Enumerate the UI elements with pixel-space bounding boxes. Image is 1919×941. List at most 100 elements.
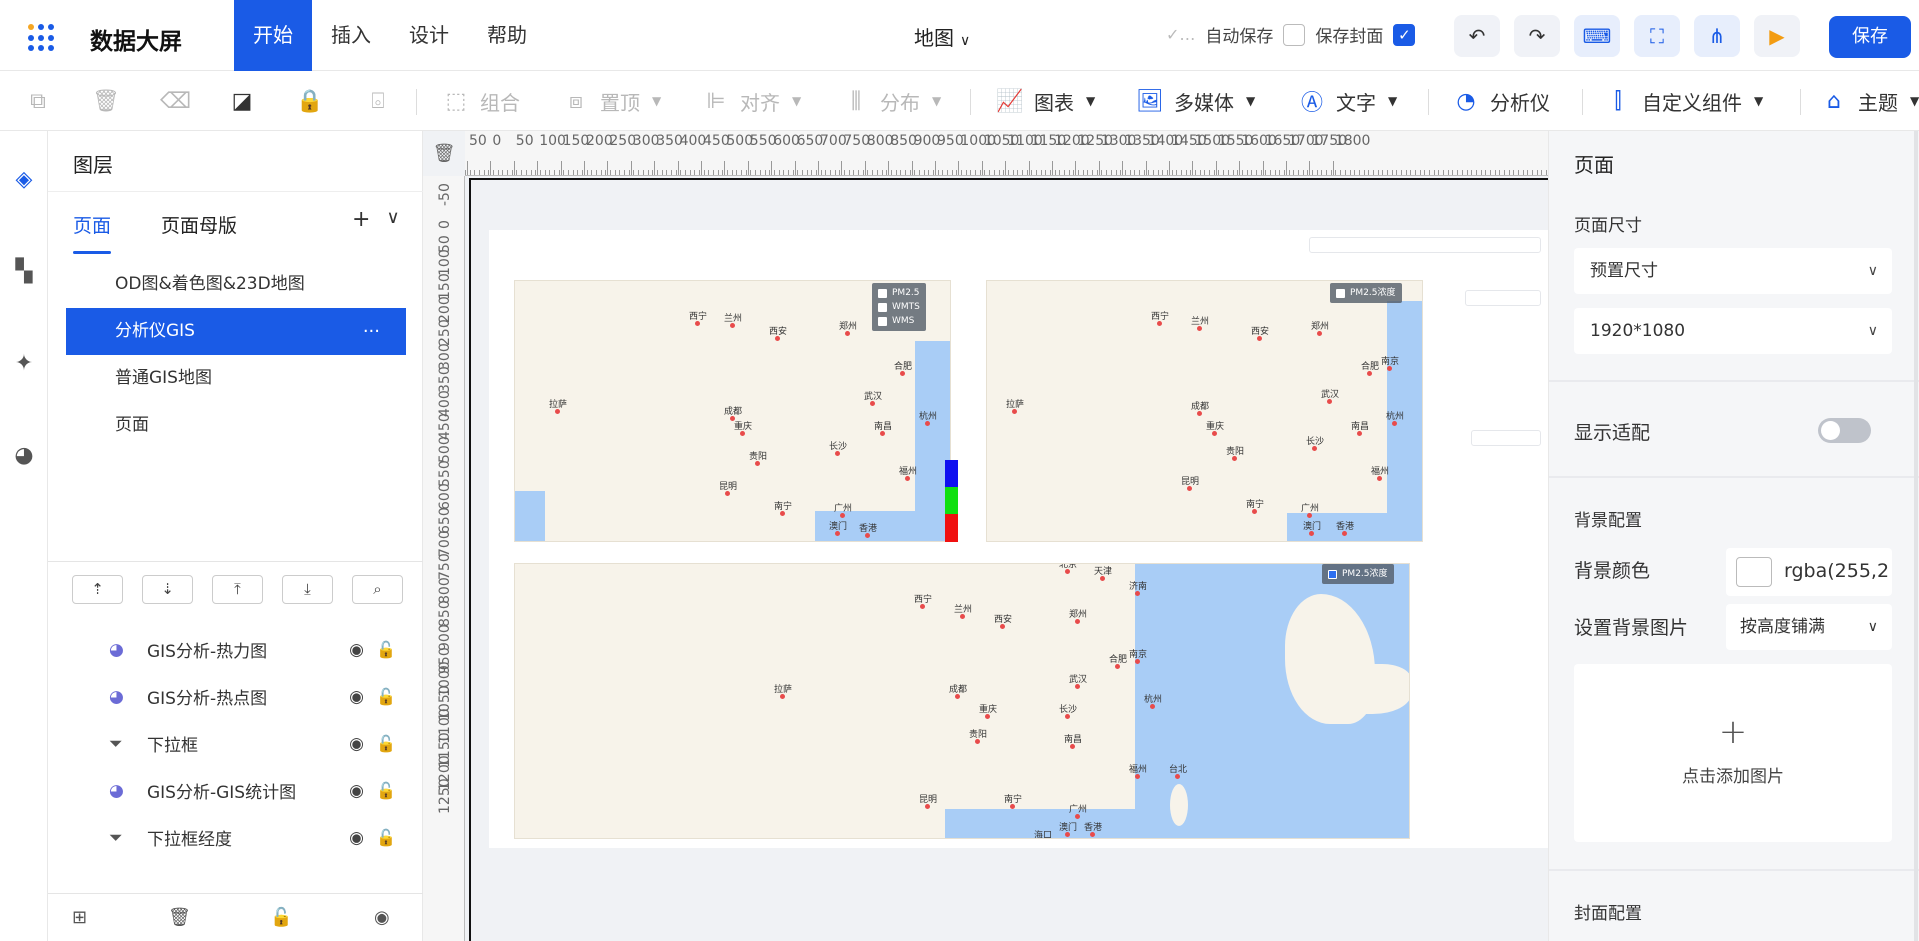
share-button[interactable]: ⋔ [1694, 15, 1740, 57]
document-name-dropdown[interactable]: 地图 ∨ [914, 22, 970, 51]
unlock-icon[interactable]: 🔓 [376, 828, 396, 847]
menu-help[interactable]: 帮助 [468, 0, 546, 71]
pie-chart-icon[interactable]: ◕ [11, 443, 37, 469]
autosave-checkbox[interactable] [1283, 23, 1306, 46]
size-preset-select[interactable]: 预置尺寸 ∨ [1574, 248, 1892, 294]
gis-heatmap[interactable]: PM2.5 WMTS WMS 西宁 兰州 西安 郑州 合肥 武汉 成都 重庆 贵阳 长沙 南昌 杭州福… [514, 280, 951, 542]
page-item[interactable]: OD图&着色图&23D地图 [66, 261, 406, 308]
bring-top-tool[interactable]: ⧈ 置顶 ▼ [562, 71, 661, 131]
text-tool[interactable]: Ⓐ 文字 ▼ [1298, 71, 1397, 131]
fill-tool[interactable]: ◪ [228, 71, 256, 131]
legend-item[interactable]: WMS [878, 314, 920, 328]
media-tool[interactable]: 🖼 多媒体 ▼ [1136, 71, 1255, 131]
eye-icon[interactable]: ◉ [349, 640, 364, 660]
analyzer-tool[interactable]: ◔ 分析仪 [1452, 71, 1550, 131]
menu-insert[interactable]: 插入 [312, 0, 390, 71]
gis-statistics-map[interactable]: PM2.5浓度 北京 天津 济南 西宁 兰州 郑州 西安 合肥 南京 武汉 成都 重庆 贵阳 长沙 南昌 杭州… [514, 563, 1410, 839]
save-cover-label: 保存封面 [1315, 27, 1384, 47]
save-cover-checkbox[interactable]: ✓ [1393, 23, 1416, 46]
list-item[interactable]: ⏷ 下拉框经度 ◉ 🔓 [66, 814, 406, 861]
page-item-active[interactable]: 分析仪GIS ··· [66, 308, 406, 355]
background-color-field[interactable]: rgba(255,2 [1726, 548, 1892, 596]
app-grid-icon[interactable] [28, 24, 56, 52]
distribute-tool[interactable]: ⫼ 分布 ▼ [842, 71, 941, 131]
custom-component-tool[interactable]: ⫿ 自定义组件 ▼ [1604, 71, 1763, 131]
components-icon[interactable]: ▚ [11, 259, 37, 285]
placeholder-box[interactable] [1309, 237, 1541, 253]
placeholder-box[interactable] [1471, 430, 1541, 446]
city-label: 海口 [1034, 831, 1053, 839]
chart-tool[interactable]: 📈 图表 ▼ [996, 71, 1095, 131]
tab-pages[interactable]: 页面 [73, 211, 112, 254]
group-tool[interactable]: ⬚ 组合 [442, 71, 520, 131]
send-to-back-button[interactable]: ⤓ [282, 575, 333, 604]
magic-wand-icon[interactable]: ✦ [11, 351, 37, 377]
add-folder-icon[interactable]: ⊞ [72, 907, 87, 928]
more-icon[interactable]: ··· [363, 308, 380, 355]
unlock-icon[interactable]: 🔓 [376, 640, 396, 659]
scrollbar[interactable] [1914, 131, 1918, 941]
checkbox[interactable] [878, 302, 887, 312]
placeholder-box[interactable] [1465, 290, 1541, 306]
save-button[interactable]: 保存 [1829, 16, 1911, 58]
checkbox-checked[interactable] [1328, 569, 1337, 579]
trash-icon[interactable]: 🗑 [423, 131, 465, 176]
color-swatch[interactable] [1736, 557, 1772, 587]
move-up-button[interactable]: ⇡ [72, 575, 123, 604]
list-item[interactable]: ◕ GIS分析-GIS统计图 ◉ 🔓 [66, 767, 406, 814]
legend-item[interactable]: PM2.5 [878, 286, 920, 300]
unlock-icon[interactable]: 🔓 [376, 687, 396, 706]
layer-legend[interactable]: PM2.5 WMTS WMS [872, 283, 926, 331]
add-page-icon[interactable]: + [352, 207, 370, 232]
trash-icon[interactable]: 🗑 [168, 907, 191, 928]
clear-tool[interactable]: ⌻ [364, 71, 392, 131]
redo-button[interactable]: ↷ [1514, 15, 1560, 57]
unlock-icon[interactable]: 🔓 [376, 781, 396, 800]
search-button[interactable]: ⌕ [352, 575, 403, 604]
gis-hotspot-map[interactable]: PM2.5浓度 西宁 兰州 西安 郑州 合肥 南京 武汉 成都 重庆 贵阳 长沙 南昌 杭州 福州 昆明 南宁… [986, 280, 1423, 542]
menu-design[interactable]: 设计 [390, 0, 468, 71]
keyboard-button[interactable]: ⌨ [1574, 15, 1620, 57]
list-item[interactable]: ◕ GIS分析-热力图 ◉ 🔓 [66, 626, 406, 673]
eye-icon[interactable]: ◉ [349, 687, 364, 707]
checkbox[interactable] [1336, 288, 1345, 298]
fullscreen-button[interactable]: ⛶ [1634, 15, 1680, 57]
eye-icon[interactable]: ◉ [349, 781, 364, 801]
unlock-icon[interactable]: 🔓 [270, 907, 292, 928]
eraser-tool[interactable]: ⌫ [160, 71, 191, 131]
bring-to-front-button[interactable]: ⤒ [212, 575, 263, 604]
list-item[interactable]: ◕ GIS分析-热点图 ◉ 🔓 [66, 673, 406, 720]
theme-tool[interactable]: ⌂ 主题 ▼ [1820, 71, 1919, 131]
align-tool[interactable]: ⊫ 对齐 ▼ [702, 71, 801, 131]
legend-item[interactable]: PM2.5浓度 [1328, 567, 1388, 581]
dashboard-page[interactable]: PM2.5 WMTS WMS 西宁 兰州 西安 郑州 合肥 武汉 成都 重庆 贵阳 长沙 南昌 杭州福… [489, 230, 1548, 848]
copy-tool[interactable]: ⧉ [24, 71, 52, 131]
eye-icon[interactable]: ◉ [349, 734, 364, 754]
layers-icon[interactable]: ◈ [11, 167, 37, 193]
undo-button[interactable]: ↶ [1454, 15, 1500, 57]
layer-legend[interactable]: PM2.5浓度 [1322, 564, 1394, 584]
preview-button[interactable]: ▶ [1754, 15, 1800, 57]
legend-item[interactable]: PM2.5浓度 [1336, 286, 1396, 300]
eye-icon[interactable]: ◉ [349, 828, 364, 848]
add-image-area[interactable]: + 点击添加图片 [1574, 664, 1892, 842]
menu-start[interactable]: 开始 [234, 0, 312, 71]
list-item[interactable]: ⏷ 下拉框 ◉ 🔓 [66, 720, 406, 767]
page-item[interactable]: 普通GIS地图 [66, 355, 406, 402]
lock-tool[interactable]: 🔒 [296, 71, 324, 131]
legend-item[interactable]: WMTS [878, 300, 920, 314]
page-item[interactable]: 页面 [66, 402, 406, 449]
size-value-select[interactable]: 1920*1080 ∨ [1574, 308, 1892, 354]
checkbox[interactable] [878, 316, 887, 326]
layer-legend[interactable]: PM2.5浓度 [1330, 283, 1402, 303]
delete-tool[interactable]: 🗑 [92, 71, 120, 131]
background-image-mode-select[interactable]: 按高度铺满 ∨ [1726, 604, 1892, 650]
tab-master-pages[interactable]: 页面母版 [161, 211, 237, 254]
eye-icon[interactable]: ◉ [374, 907, 390, 928]
canvas-area[interactable]: 🗑 50 0 50 100 150 200 250 300 350 400 450 500 550 600… [423, 131, 1548, 941]
move-down-button[interactable]: ⇣ [142, 575, 193, 604]
unlock-icon[interactable]: 🔓 [376, 734, 396, 753]
checkbox[interactable] [878, 288, 887, 298]
chevron-down-icon[interactable]: ∨ [386, 207, 399, 232]
display-adapt-toggle[interactable] [1818, 418, 1871, 443]
